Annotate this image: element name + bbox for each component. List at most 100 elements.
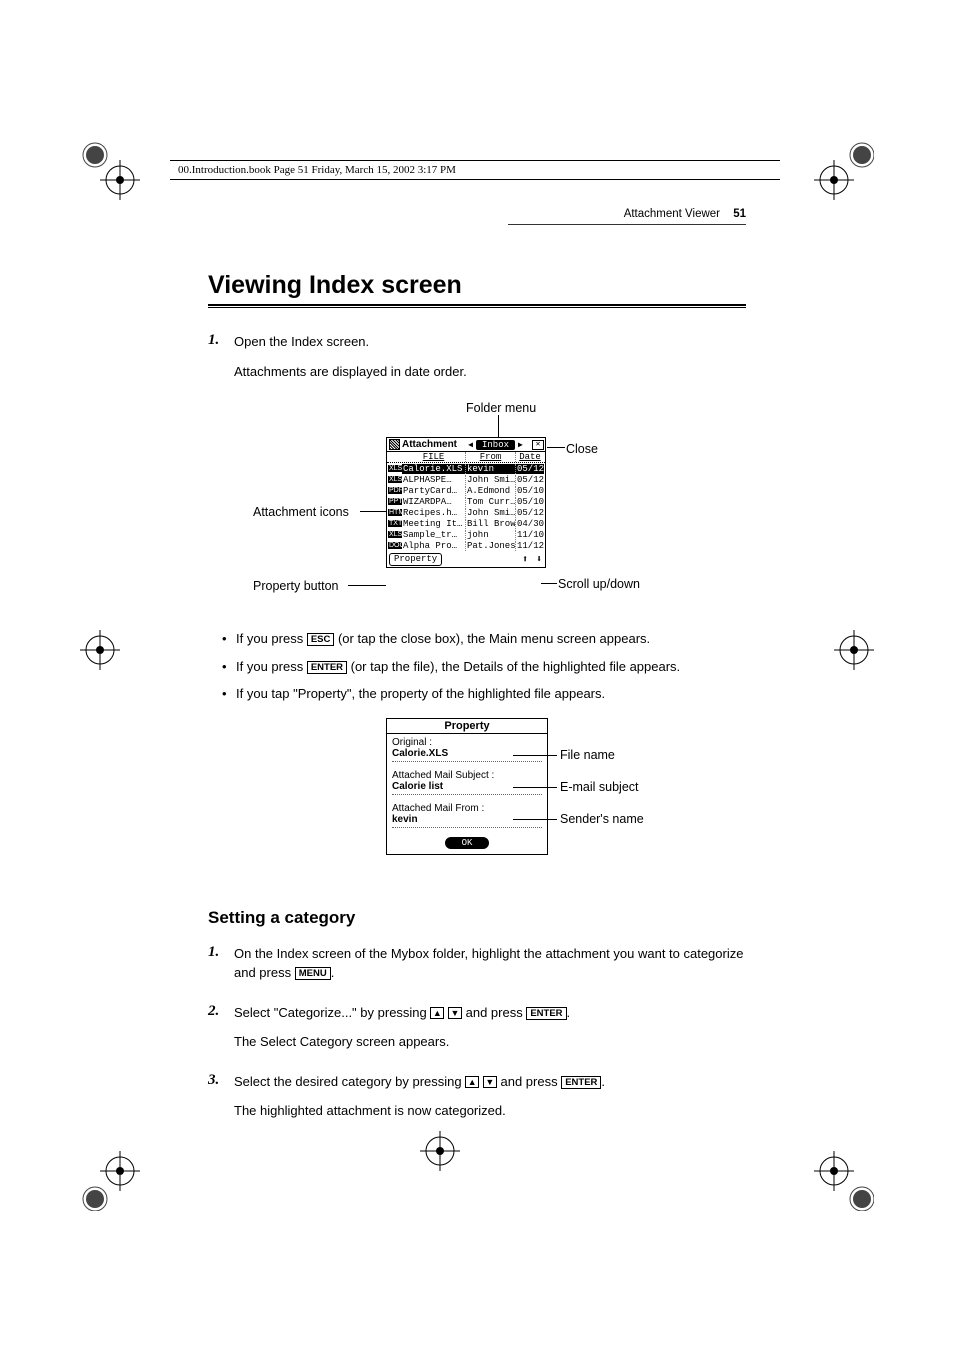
cell-date: 05/12 bbox=[516, 475, 544, 485]
cell-from: john bbox=[466, 530, 516, 540]
list-row[interactable]: XLSALPHASPE…John Smi…05/12 bbox=[387, 474, 545, 485]
step-number: 2. bbox=[208, 1003, 234, 1062]
cat-step-1: 1. On the Index screen of the Mybox fold… bbox=[208, 944, 746, 993]
col-file[interactable]: FILE bbox=[402, 452, 466, 462]
callout-close: Close bbox=[566, 442, 598, 456]
close-button[interactable]: ✕ bbox=[532, 440, 544, 450]
cell-from: kevin bbox=[466, 464, 516, 474]
esc-key-icon: ESC bbox=[307, 633, 335, 646]
bullet-item: If you press ESC (or tap the close box),… bbox=[222, 629, 746, 649]
filetype-icon: PDF bbox=[388, 487, 402, 494]
enter-key-icon: ENTER bbox=[526, 1007, 566, 1020]
page-body: Attachment Viewer 51 Viewing Index scree… bbox=[208, 208, 746, 1141]
figure-property-dialog: Property Original : Calorie.XLS Attached… bbox=[208, 718, 746, 858]
filetype-icon: XLS bbox=[388, 465, 402, 472]
cat-step-2-text: Select "Categorize..." by pressing ▲ ▼ a… bbox=[234, 1003, 746, 1023]
callout-folder-menu: Folder menu bbox=[466, 401, 536, 415]
property-label: Original : bbox=[392, 737, 542, 748]
callout-scroll: Scroll up/down bbox=[558, 577, 640, 591]
callout-property-button: Property button bbox=[253, 579, 338, 593]
cell-file: Sample_tr… bbox=[402, 530, 466, 540]
crop-mark-icon bbox=[814, 1151, 874, 1211]
crop-mark-icon bbox=[80, 630, 120, 670]
enter-key-icon: ENTER bbox=[561, 1076, 601, 1089]
scroll-updown-icon[interactable]: ⬆ ⬇ bbox=[522, 554, 543, 566]
property-value: Calorie list bbox=[392, 781, 542, 795]
section-title-rule bbox=[208, 304, 746, 308]
list-row[interactable]: HTMRecipes.h…John Smi…05/12 bbox=[387, 507, 545, 518]
app-title: Attachment bbox=[402, 439, 459, 450]
list-row[interactable]: TXTMeeting It…Bill Brown04/30 bbox=[387, 518, 545, 529]
list-row[interactable]: DOCAlpha Pro…Pat.Jones11/12 bbox=[387, 540, 545, 551]
step-1: 1. Open the Index screen. Attachments ar… bbox=[208, 332, 746, 391]
section-title: Viewing Index screen bbox=[208, 271, 746, 300]
cell-file: Calorie.XLS bbox=[402, 464, 466, 474]
folder-menu[interactable]: ◀ Inbox ▶ bbox=[459, 440, 532, 450]
folder-name: Inbox bbox=[476, 440, 515, 450]
cell-date: 11/10 bbox=[516, 530, 544, 540]
chevron-right-icon[interactable]: ▶ bbox=[518, 440, 523, 450]
filetype-icon: HTM bbox=[388, 509, 402, 516]
book-header-line: 00.Introduction.book Page 51 Friday, Mar… bbox=[170, 160, 780, 180]
property-label: Attached Mail From : bbox=[392, 803, 542, 814]
down-key-icon: ▼ bbox=[448, 1007, 462, 1019]
crop-mark-icon bbox=[814, 140, 874, 200]
step-number: 1. bbox=[208, 332, 234, 391]
list-row[interactable]: PPTWIZARDPA…Tom Curr…05/10 bbox=[387, 496, 545, 507]
cell-from: A.Edmond bbox=[466, 486, 516, 496]
property-row-subject: Attached Mail Subject : Calorie list bbox=[387, 767, 547, 800]
property-label: Attached Mail Subject : bbox=[392, 770, 542, 781]
cat-step-3-note: The highlighted attachment is now catego… bbox=[234, 1101, 746, 1121]
attachment-app-window: Attachment ◀ Inbox ▶ ✕ FILE From Date XL… bbox=[386, 437, 546, 568]
bullet-item: If you press ENTER (or tap the file), th… bbox=[222, 657, 746, 677]
cell-date: 05/10 bbox=[516, 486, 544, 496]
filetype-icon: XLS bbox=[388, 476, 402, 483]
property-row-from: Attached Mail From : kevin bbox=[387, 800, 547, 833]
cell-file: PartyCard… bbox=[402, 486, 466, 496]
ok-button[interactable]: OK bbox=[445, 837, 490, 849]
cell-from: Bill Brown bbox=[466, 519, 516, 529]
list-row[interactable]: PDFPartyCard…A.Edmond05/10 bbox=[387, 485, 545, 496]
step-1-note: Attachments are displayed in date order. bbox=[234, 362, 746, 382]
up-key-icon: ▲ bbox=[430, 1007, 444, 1019]
col-date[interactable]: Date bbox=[516, 452, 544, 462]
property-row-original: Original : Calorie.XLS bbox=[387, 734, 547, 767]
cell-date: 05/12 bbox=[516, 464, 544, 474]
cell-date: 04/30 bbox=[516, 519, 544, 529]
cell-from: John Smi… bbox=[466, 508, 516, 518]
running-head: Attachment Viewer 51 bbox=[208, 208, 746, 220]
bullet-list: If you press ESC (or tap the close box),… bbox=[222, 629, 746, 704]
cat-step-2-note: The Select Category screen appears. bbox=[234, 1032, 746, 1052]
property-dialog-title: Property bbox=[387, 719, 547, 734]
running-head-rule bbox=[508, 224, 746, 225]
list-row[interactable]: XLSCalorie.XLSkevin05/12 bbox=[387, 463, 545, 474]
callout-sender-name: Sender's name bbox=[560, 812, 644, 826]
filetype-icon: TXT bbox=[388, 520, 402, 527]
cell-from: John Smi… bbox=[466, 475, 516, 485]
menu-key-icon: MENU bbox=[295, 967, 331, 980]
cell-from: Tom Curr… bbox=[466, 497, 516, 507]
crop-mark-icon bbox=[80, 140, 140, 200]
crop-mark-icon bbox=[834, 630, 874, 670]
cat-step-3-text: Select the desired category by pressing … bbox=[234, 1072, 746, 1092]
app-icon bbox=[389, 439, 400, 450]
cell-file: WIZARDPA… bbox=[402, 497, 466, 507]
property-value: kevin bbox=[392, 814, 542, 828]
up-key-icon: ▲ bbox=[465, 1076, 479, 1088]
cell-file: Meeting It… bbox=[402, 519, 466, 529]
cell-date: 11/12 bbox=[516, 541, 544, 551]
chevron-left-icon[interactable]: ◀ bbox=[468, 440, 473, 450]
app-titlebar: Attachment ◀ Inbox ▶ ✕ bbox=[387, 438, 545, 452]
subheading-setting-category: Setting a category bbox=[208, 908, 746, 928]
col-from[interactable]: From bbox=[466, 452, 516, 462]
cell-from: Pat.Jones bbox=[466, 541, 516, 551]
cat-step-2: 2. Select "Categorize..." by pressing ▲ … bbox=[208, 1003, 746, 1062]
down-key-icon: ▼ bbox=[483, 1076, 497, 1088]
list-row[interactable]: XLSSample_tr…john11/10 bbox=[387, 529, 545, 540]
callout-file-name: File name bbox=[560, 748, 615, 762]
running-head-text: Attachment Viewer bbox=[624, 208, 730, 220]
property-button[interactable]: Property bbox=[389, 553, 442, 566]
page-number: 51 bbox=[733, 208, 746, 220]
step-number: 1. bbox=[208, 944, 234, 993]
bullet-item: If you tap "Property", the property of t… bbox=[222, 684, 746, 704]
